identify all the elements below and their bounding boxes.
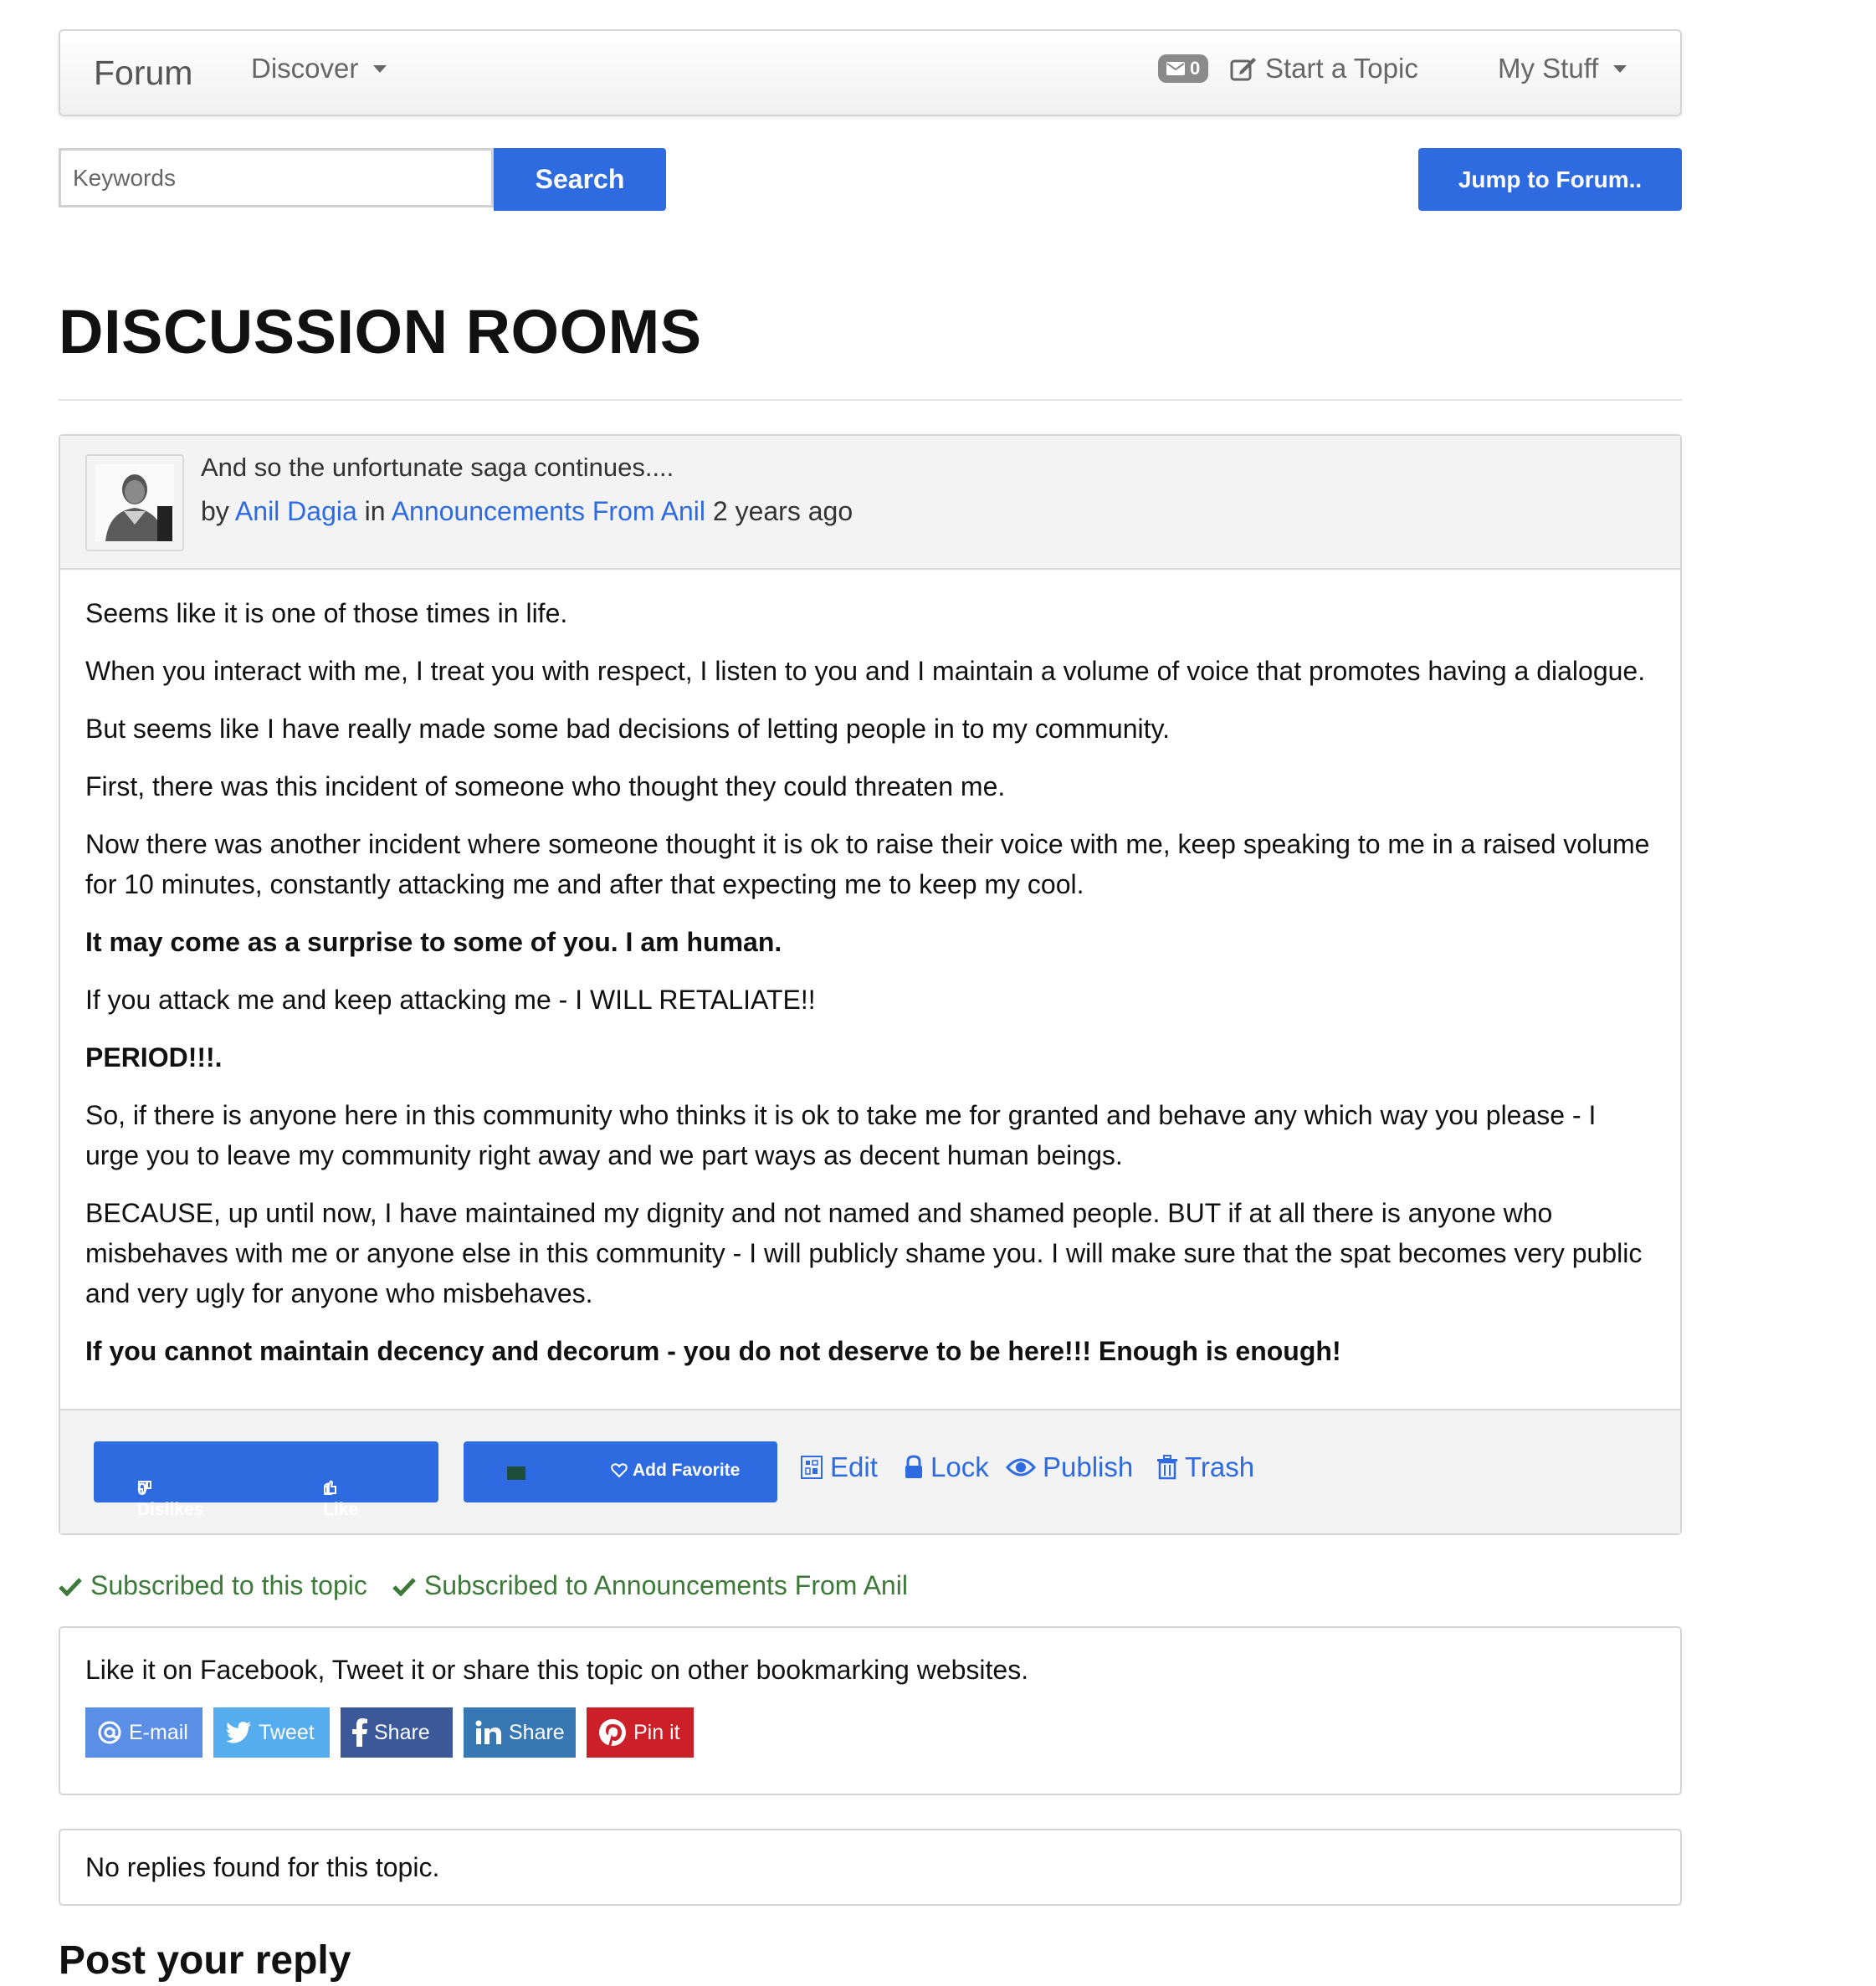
publish-label: Publish xyxy=(1043,1451,1134,1482)
share-buttons: E-mail Tweet Share Share Pin it xyxy=(85,1707,694,1758)
trash-icon xyxy=(1156,1455,1178,1480)
replies-box: No replies found for this topic. xyxy=(59,1829,1682,1906)
add-favorite-label: Add Favorite xyxy=(633,1461,741,1480)
lock-action[interactable]: Lock xyxy=(904,1451,989,1483)
placeholder-icon xyxy=(507,1466,525,1480)
edit-label: Edit xyxy=(830,1451,878,1482)
nav-discover-label: Discover xyxy=(251,53,359,84)
subscribed-topic-label: Subscribed to this topic xyxy=(90,1570,367,1600)
post-paragraph: If you attack me and keep attacking me -… xyxy=(85,985,816,1015)
post-paragraph: BECAUSE, up until now, I have maintained… xyxy=(85,1198,1643,1308)
author-link[interactable]: Anil Dagia xyxy=(235,496,357,526)
post-paragraph: When you interact with me, I treat you w… xyxy=(85,656,1646,686)
publish-action[interactable]: Publish xyxy=(1006,1451,1133,1483)
share-tweet-button[interactable]: Tweet xyxy=(213,1707,330,1758)
share-pinterest-label: Pin it xyxy=(633,1720,680,1744)
at-icon xyxy=(97,1720,122,1745)
subscribed-forum-label: Subscribed to Announcements From Anil xyxy=(423,1570,908,1600)
share-linkedin-label: Share xyxy=(509,1720,565,1744)
post-paragraph: Seems like it is one of those times in l… xyxy=(85,598,568,628)
post-paragraph: So, if there is anyone here in this comm… xyxy=(85,1100,1597,1170)
top-navbar: Forum Discover 0 Start a Topic My Stuff xyxy=(59,29,1682,116)
linkedin-icon xyxy=(475,1720,502,1745)
lock-label: Lock xyxy=(930,1451,989,1482)
share-box: Like it on Facebook, Tweet it or share t… xyxy=(59,1626,1682,1795)
edit-icon xyxy=(800,1455,823,1480)
share-text: Like it on Facebook, Tweet it or share t… xyxy=(85,1655,1029,1685)
envelope-icon xyxy=(1166,62,1185,75)
nav-my-stuff-dropdown[interactable]: My Stuff xyxy=(1498,53,1627,84)
post-paragraph-bold: PERIOD!!!. xyxy=(85,1042,223,1072)
share-tweet-label: Tweet xyxy=(259,1720,315,1744)
post-paragraph: First, there was this incident of someon… xyxy=(85,771,1006,801)
trash-label: Trash xyxy=(1185,1451,1255,1482)
edit-square-icon xyxy=(1230,56,1257,81)
share-facebook-label: Share xyxy=(374,1720,430,1744)
add-favorite: Add Favorite xyxy=(611,1461,740,1481)
topic-title: And so the unfortunate saga continues...… xyxy=(201,453,674,482)
nav-my-stuff-label: My Stuff xyxy=(1498,53,1599,84)
search-button[interactable]: Search xyxy=(494,148,666,211)
post-paragraph: But seems like I have really made some b… xyxy=(85,714,1171,744)
title-divider xyxy=(59,399,1682,401)
topic-body: Seems like it is one of those times in l… xyxy=(60,570,1680,1409)
chevron-down-icon xyxy=(1613,64,1627,73)
check-icon xyxy=(59,1576,82,1596)
favorite-button[interactable]: Add Favorite xyxy=(464,1441,777,1502)
pinterest-icon xyxy=(598,1718,627,1747)
messages-badge[interactable]: 0 xyxy=(1158,54,1209,83)
heart-icon xyxy=(611,1463,628,1478)
post-paragraph-bold: It may come as a surprise to some of you… xyxy=(85,927,782,957)
nav-start-topic[interactable]: Start a Topic xyxy=(1230,53,1418,84)
edit-action[interactable]: Edit xyxy=(800,1451,878,1483)
subscribed-topic[interactable]: Subscribed to this topic xyxy=(59,1570,367,1601)
share-email-button[interactable]: E-mail xyxy=(85,1707,202,1758)
nav-brand[interactable]: Forum xyxy=(94,54,192,93)
no-replies-text: No replies found for this topic. xyxy=(85,1852,440,1882)
subscribed-forum[interactable]: Subscribed to Announcements From Anil xyxy=(392,1570,908,1601)
likes-count: 1 Like xyxy=(323,1480,359,1519)
facebook-icon xyxy=(352,1718,367,1747)
search-input[interactable] xyxy=(59,148,494,207)
topic-age: 2 years ago xyxy=(712,496,853,526)
post-reply-heading: Post your reply xyxy=(59,1938,351,1983)
post-paragraph-bold: If you cannot maintain decency and decor… xyxy=(85,1336,1341,1366)
topic-in: in xyxy=(364,496,386,526)
messages-count: 0 xyxy=(1190,58,1201,79)
share-linkedin-button[interactable]: Share xyxy=(464,1707,576,1758)
twitter-icon xyxy=(225,1721,252,1744)
nav-discover-dropdown[interactable]: Discover xyxy=(251,53,387,84)
search-row: Search Jump to Forum.. xyxy=(59,148,1682,211)
chevron-down-icon xyxy=(373,64,387,73)
share-facebook-button[interactable]: Share xyxy=(341,1707,453,1758)
eye-icon xyxy=(1006,1457,1036,1477)
subscription-status: Subscribed to this topic Subscribed to A… xyxy=(59,1570,1682,1601)
post-paragraph: Now there was another incident where som… xyxy=(85,829,1650,899)
forum-link[interactable]: Announcements From Anil xyxy=(392,496,705,526)
nav-start-topic-label: Start a Topic xyxy=(1265,53,1418,84)
lock-icon xyxy=(904,1455,924,1480)
share-pinterest-button[interactable]: Pin it xyxy=(587,1707,694,1758)
check-icon xyxy=(392,1576,416,1596)
jump-to-forum-button[interactable]: Jump to Forum.. xyxy=(1418,148,1682,211)
trash-action[interactable]: Trash xyxy=(1156,1451,1254,1483)
page-wrapper: Forum Discover 0 Start a Topic My Stuff … xyxy=(59,29,1682,1983)
topic-meta: by Anil Dagia in Announcements From Anil… xyxy=(201,496,853,527)
share-email-label: E-mail xyxy=(129,1720,188,1744)
topic-header: And so the unfortunate saga continues...… xyxy=(60,436,1680,570)
author-avatar[interactable] xyxy=(85,454,184,551)
topic-by: by xyxy=(201,496,229,526)
topic-actions: 0 Dislikes 1 Like Add Favorite Edit Lock… xyxy=(60,1409,1680,1533)
topic-card: And so the unfortunate saga continues...… xyxy=(59,434,1682,1535)
vote-button-group: 0 Dislikes 1 Like xyxy=(94,1441,438,1519)
dislikes-count: 0 Dislikes xyxy=(137,1480,204,1519)
page-title: DISCUSSION ROOMS xyxy=(59,297,702,366)
